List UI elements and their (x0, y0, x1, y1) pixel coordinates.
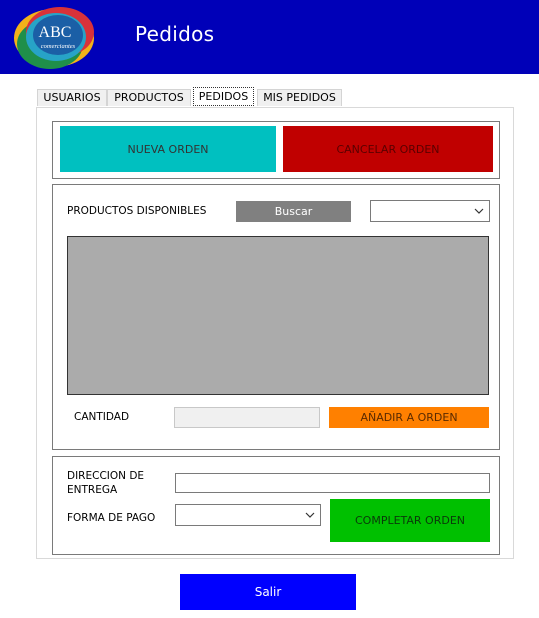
cancel-order-button[interactable]: CANCELAR ORDEN (283, 126, 493, 172)
products-grid[interactable] (67, 236, 489, 395)
address-label-line2: ENTREGA (67, 484, 118, 496)
tab-usuarios[interactable]: USUARIOS (37, 89, 107, 106)
quantity-field[interactable] (174, 407, 320, 428)
checkout-group: DIRECCION DE ENTREGA FORMA DE PAGO COMPL… (52, 456, 500, 555)
add-to-order-button[interactable]: AÑADIR A ORDEN (329, 407, 489, 428)
logo-text: ABC (39, 24, 72, 41)
payment-method-select[interactable] (175, 504, 321, 526)
products-group: PRODUCTOS DISPONIBLES Buscar CANTIDAD AÑ… (52, 184, 500, 450)
company-logo: ABC comerciantes (14, 7, 94, 69)
chevron-down-icon (474, 208, 484, 214)
tab-pedidos[interactable]: PEDIDOS (193, 87, 254, 106)
chevron-down-icon (305, 512, 315, 518)
page-title: Pedidos (135, 22, 215, 46)
address-label-line1: DIRECCION DE (67, 470, 145, 482)
products-filter-select[interactable] (370, 200, 490, 222)
payment-label: FORMA DE PAGO (67, 512, 156, 524)
order-actions-group: NUEVA ORDEN CANCELAR ORDEN (52, 121, 500, 179)
search-button[interactable]: Buscar (236, 201, 351, 222)
logo-subtitle: comerciantes (41, 43, 76, 50)
address-field[interactable] (175, 473, 490, 493)
complete-order-button[interactable]: COMPLETAR ORDEN (330, 499, 490, 542)
quantity-label: CANTIDAD (74, 411, 130, 423)
app-header: ABC comerciantes Pedidos (0, 0, 539, 74)
tab-mis-pedidos[interactable]: MIS PEDIDOS (257, 89, 342, 106)
address-label: DIRECCION DE ENTREGA (67, 469, 144, 497)
tab-productos[interactable]: PRODUCTOS (107, 89, 191, 106)
new-order-button[interactable]: NUEVA ORDEN (60, 126, 276, 172)
products-label: PRODUCTOS DISPONIBLES (67, 205, 207, 217)
exit-button[interactable]: Salir (180, 574, 356, 610)
pedidos-panel: NUEVA ORDEN CANCELAR ORDEN PRODUCTOS DIS… (36, 107, 514, 559)
